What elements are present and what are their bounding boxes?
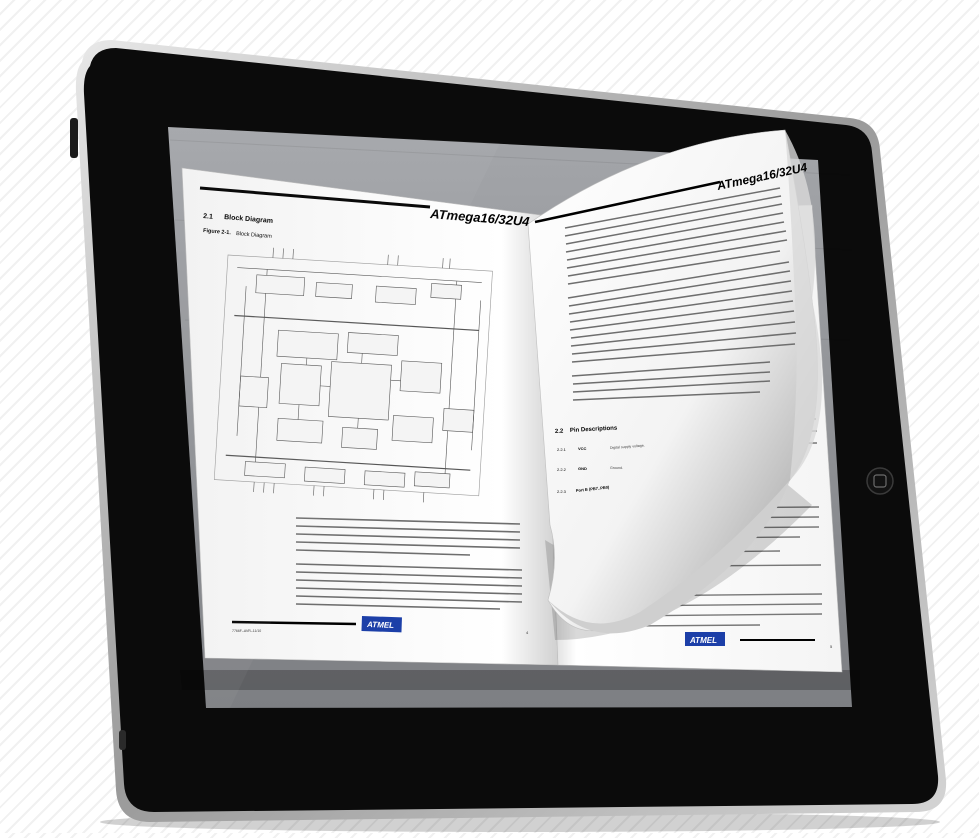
right-logo-text: ATMEL <box>689 636 717 645</box>
pin-1-number: 2.2.1 <box>557 447 567 452</box>
pin-3-number: 2.2.3 <box>557 489 567 494</box>
right-section-number: 2.2 <box>555 429 564 435</box>
pin-2-name: GND <box>578 466 587 471</box>
tablet-ebook-scene: ATmega16/32U4 2.1 Block Diagram Figure 2… <box>0 0 979 833</box>
pin-1-name: VCC <box>578 446 587 451</box>
home-button-icon[interactable] <box>867 468 893 494</box>
pin-2-number: 2.2.2 <box>557 467 567 472</box>
side-switch[interactable] <box>119 730 126 750</box>
volume-button[interactable] <box>70 118 78 158</box>
left-logo-text: ATMEL <box>366 620 394 630</box>
pin-2-description: Ground. <box>610 466 623 470</box>
